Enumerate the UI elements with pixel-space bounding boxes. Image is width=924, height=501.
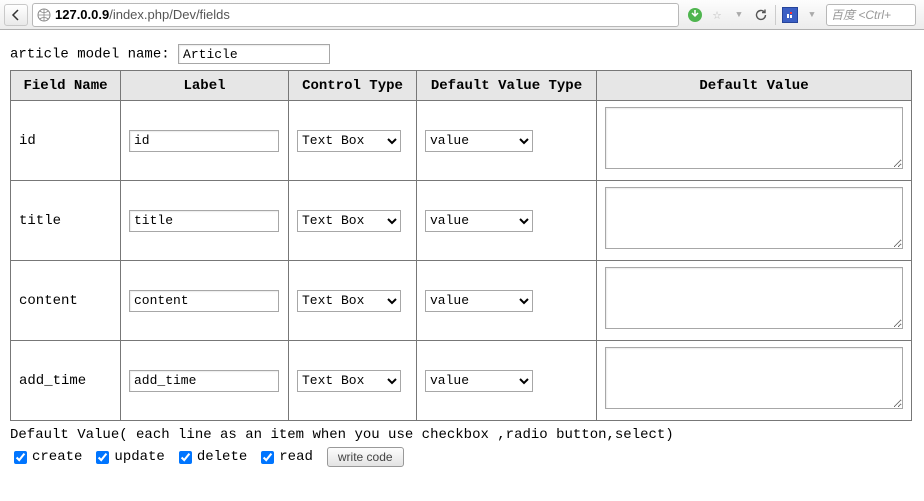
delete-checkbox[interactable] <box>179 451 192 464</box>
default-value-textarea[interactable] <box>605 267 903 329</box>
control-type-select[interactable]: Text Box <box>297 210 401 232</box>
table-row: content Text Box value <box>11 261 912 341</box>
default-value-type-select[interactable]: value <box>425 290 533 312</box>
delete-label: delete <box>197 449 247 465</box>
url-host: 127.0.0.9 <box>55 7 109 22</box>
model-name-row: article model name: <box>10 44 914 64</box>
read-label: read <box>279 449 313 465</box>
reload-icon[interactable] <box>753 7 769 23</box>
bookmark-star-icon[interactable]: ☆ <box>709 7 725 23</box>
search-box[interactable]: 百度 <Ctrl+ <box>826 4 916 26</box>
back-button[interactable] <box>4 4 28 26</box>
model-name-input[interactable] <box>178 44 330 64</box>
col-default-value: Default Value <box>597 71 912 101</box>
label-input[interactable] <box>129 370 279 392</box>
field-name-cell: title <box>11 181 121 261</box>
field-name-cell: id <box>11 101 121 181</box>
create-checkbox[interactable] <box>14 451 27 464</box>
update-checkbox[interactable] <box>96 451 109 464</box>
page-content: article model name: Field Name Label Con… <box>0 30 924 481</box>
control-type-select[interactable]: Text Box <box>297 130 401 152</box>
default-value-type-select[interactable]: value <box>425 370 533 392</box>
default-value-type-select[interactable]: value <box>425 210 533 232</box>
field-name-cell: add_time <box>11 341 121 421</box>
field-name-cell: content <box>11 261 121 341</box>
table-row: title Text Box value <box>11 181 912 261</box>
control-type-select[interactable]: Text Box <box>297 370 401 392</box>
table-row: id Text Box value <box>11 101 912 181</box>
col-default-value-type: Default Value Type <box>417 71 597 101</box>
write-code-button[interactable]: write code <box>327 447 404 467</box>
read-checkbox[interactable] <box>261 451 274 464</box>
search-placeholder: 百度 <Ctrl+ <box>831 6 891 23</box>
table-row: add_time Text Box value <box>11 341 912 421</box>
dropdown-icon[interactable]: ▼ <box>731 7 747 23</box>
col-label: Label <box>121 71 289 101</box>
globe-icon <box>37 8 51 22</box>
create-label: create <box>32 449 82 465</box>
default-value-textarea[interactable] <box>605 347 903 409</box>
label-input[interactable] <box>129 210 279 232</box>
toolbar-right: ☆ ▼ ▼ 百度 <Ctrl+ <box>683 4 920 26</box>
arrow-left-icon <box>10 9 22 21</box>
action-checkbox-row: create update delete read write code <box>10 447 914 467</box>
url-bar[interactable]: 127.0.0.9/index.php/Dev/fields <box>32 3 679 27</box>
control-type-select[interactable]: Text Box <box>297 290 401 312</box>
label-input[interactable] <box>129 130 279 152</box>
col-control-type: Control Type <box>289 71 417 101</box>
col-field-name: Field Name <box>11 71 121 101</box>
default-value-textarea[interactable] <box>605 107 903 169</box>
fields-table: Field Name Label Control Type Default Va… <box>10 70 912 421</box>
browser-toolbar: 127.0.0.9/index.php/Dev/fields ☆ ▼ ▼ 百度 … <box>0 0 924 30</box>
update-label: update <box>114 449 164 465</box>
separator <box>775 5 776 25</box>
label-input[interactable] <box>129 290 279 312</box>
default-value-textarea[interactable] <box>605 187 903 249</box>
url-path: /index.php/Dev/fields <box>109 7 230 22</box>
default-value-type-select[interactable]: value <box>425 130 533 152</box>
download-complete-icon[interactable] <box>687 7 703 23</box>
model-name-label: article model name: <box>10 47 170 63</box>
default-value-hint: Default Value( each line as an item when… <box>10 427 914 443</box>
table-header-row: Field Name Label Control Type Default Va… <box>11 71 912 101</box>
search-engine-icon[interactable] <box>782 7 798 23</box>
search-dropdown-icon[interactable]: ▼ <box>804 7 820 23</box>
